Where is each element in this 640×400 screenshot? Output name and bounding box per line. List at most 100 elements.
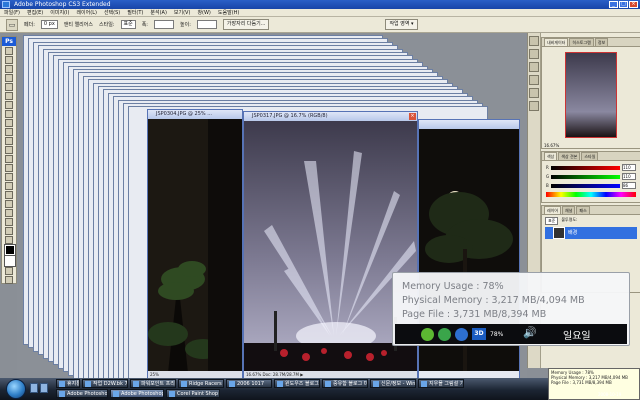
menu-edit[interactable]: 편집(E) [27,9,43,16]
path-select-tool-icon[interactable] [5,191,13,199]
blur-tool-icon[interactable] [5,155,13,163]
brushes-panel-icon[interactable] [529,36,539,46]
pen-tool-icon[interactable] [5,173,13,181]
speaker-icon[interactable]: 🔊 [523,326,537,339]
style-select[interactable]: 표준 [120,20,136,29]
tab-color[interactable]: 색상 [544,152,558,160]
maximize-button[interactable]: □ [619,1,628,8]
menu-view[interactable]: 보기(V) [174,9,191,16]
height-input[interactable] [196,20,217,29]
history-brush-tool-icon[interactable] [5,128,13,136]
taskbar-button[interactable]: Corel Paint Shop Pr... [166,389,220,398]
marquee-tool-icon[interactable] [5,56,13,64]
messenger-icon[interactable] [421,327,434,341]
tab-info[interactable]: 정보 [594,38,609,46]
taskbar-button[interactable]: 중유함 블로그 미 [322,379,368,388]
close-button[interactable]: × [629,1,638,8]
type-tool-icon[interactable] [5,182,13,190]
foreground-color-swatch[interactable] [4,244,16,256]
tray-page-file: Page File : 3,731 MB/8,394 MB [551,380,612,385]
lasso-tool-icon[interactable] [5,65,13,73]
notes-tool-icon[interactable] [5,209,13,217]
navigator-thumbnail[interactable] [565,52,617,138]
feather-input[interactable]: 0 px [40,20,58,29]
red-slider[interactable] [550,165,620,170]
refine-edge-button[interactable]: 가장자리 다듬기... [222,19,270,30]
start-button[interactable] [6,379,26,399]
dodge-tool-icon[interactable] [5,164,13,172]
blue-value[interactable]: 86 [622,182,636,189]
shape-tool-icon[interactable] [5,200,13,208]
document-window-jsp0304[interactable]: JSP0304.JPG @ 25% ... 25% [147,109,243,378]
slice-tool-icon[interactable] [5,92,13,100]
menu-analysis[interactable]: 분석(A) [150,9,167,16]
layer-name: 배경 [568,230,578,236]
taskbar-button[interactable]: Ridge Racers 010 [178,379,224,388]
tray-clock[interactable]: 2008-10-19 [598,392,621,397]
navigator-zoom[interactable]: 16.67% [542,143,640,148]
hand-tool-icon[interactable] [5,227,13,235]
document-status: 16.67% Doc: 28.7M/28.7M ▶ [244,371,417,378]
tab-paths[interactable]: 패스 [576,206,590,214]
menu-window[interactable]: 창(W) [197,9,210,16]
minimize-button[interactable]: _ [609,1,618,8]
layer-row-background[interactable]: 배경 [545,227,637,239]
tab-histogram[interactable]: 히스토그램 [569,38,594,46]
show-desktop-icon[interactable] [30,383,38,393]
history-panel-icon[interactable] [529,62,539,72]
taskbar-button[interactable]: 지우몰 그림설 기 [418,379,464,388]
menu-help[interactable]: 도움말(H) [218,9,239,16]
taskbar-button[interactable]: Adobe Photoshop [56,389,108,398]
taskbar-button[interactable]: 휴지통 [56,379,80,388]
magic-wand-tool-icon[interactable] [5,74,13,82]
marquee-tool-icon[interactable]: ▭ [6,18,18,31]
menu-select[interactable]: 선택(S) [104,9,120,16]
taskbar-button-photoshop[interactable]: Adobe Photoshop [110,389,164,398]
tab-swatches[interactable]: 색상 견본 [558,152,581,160]
workspace-button[interactable]: 작업 영역 ▾ [385,19,418,30]
character-panel-icon[interactable] [529,88,539,98]
tool-presets-panel-icon[interactable] [529,49,539,59]
red-value[interactable]: 110 [622,164,636,171]
taskbar-button[interactable]: 2006 1017 [226,379,272,388]
sync-icon[interactable] [438,327,451,341]
tab-styles[interactable]: 스타일 [581,152,599,160]
taskbar-button[interactable]: 신문/정보 - Wind... [370,379,416,388]
green-slider[interactable] [551,174,620,179]
taskbar-button[interactable]: 파워포인트 프리 [130,379,176,388]
actions-panel-icon[interactable] [529,75,539,85]
crop-tool-icon[interactable] [5,83,13,91]
tab-layers[interactable]: 레이어 [544,206,562,214]
gradient-tool-icon[interactable] [5,146,13,154]
tab-navigator[interactable]: 내비게이터 [544,38,569,46]
menu-filter[interactable]: 필터(T) [127,9,143,16]
move-tool-icon[interactable] [5,47,13,55]
color-ramp[interactable] [546,192,636,197]
paragraph-panel-icon[interactable] [529,101,539,111]
antialias-checkbox-label[interactable]: 앤티 앨리어스 [64,21,93,28]
healing-tool-icon[interactable] [5,101,13,109]
eyedropper-tool-icon[interactable] [5,218,13,226]
document-close-button[interactable]: × [409,113,416,120]
width-input[interactable] [154,20,174,29]
eraser-tool-icon[interactable] [5,137,13,145]
stamp-tool-icon[interactable] [5,119,13,127]
download-icon[interactable] [455,327,468,341]
gadget-weekday: 일요일 [563,331,591,342]
taskbar-button[interactable]: 윈도우즈 블로그 [274,379,320,388]
taskbar-button[interactable]: 작업 D2W.bk 7.0 [82,379,128,388]
blend-mode-select[interactable]: 표준 [545,217,559,225]
switch-windows-icon[interactable] [40,383,48,393]
blue-slider[interactable] [550,183,620,188]
brush-tool-icon[interactable] [5,110,13,118]
tab-channels[interactable]: 채널 [562,206,576,214]
zoom-tool-icon[interactable] [5,236,13,244]
3d-badge-icon[interactable]: 3D [472,328,486,340]
menu-image[interactable]: 이미지(I) [50,9,69,16]
menu-layer[interactable]: 레이어(L) [76,9,97,16]
menu-file[interactable]: 파일(F) [4,9,20,16]
quick-mask-icon[interactable] [5,267,13,275]
background-color-swatch[interactable] [4,255,16,267]
screen-mode-icon[interactable] [5,276,13,284]
green-value[interactable]: 110 [622,173,636,180]
